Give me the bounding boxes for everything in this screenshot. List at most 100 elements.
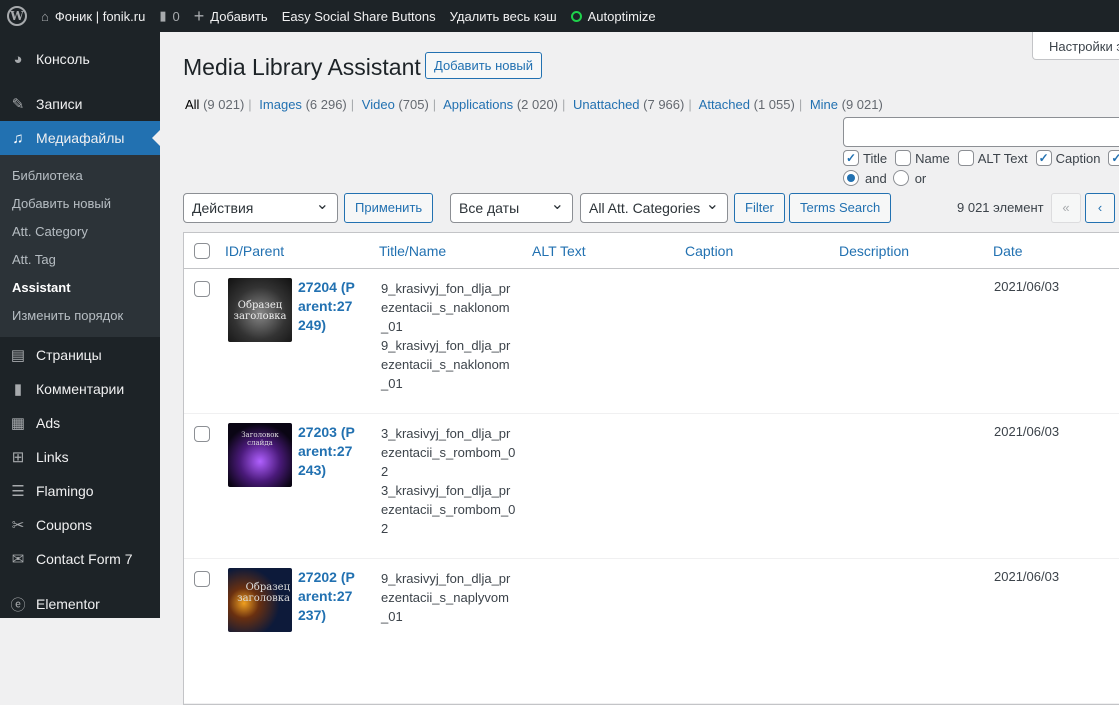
sitemap-icon: ⊞ [11, 449, 25, 466]
column-description[interactable]: Description [839, 243, 909, 259]
column-title-name[interactable]: Title/Name [379, 243, 446, 259]
row-checkbox[interactable] [194, 281, 210, 297]
submenu-reorder[interactable]: Изменить порядок [0, 302, 160, 330]
view-label: Attached [698, 97, 750, 112]
and-radio[interactable] [843, 170, 859, 186]
menu-links[interactable]: ⊞ Links [0, 440, 160, 474]
title-checkbox[interactable]: ✓ [843, 150, 859, 166]
checkbox-label: ALT Text [977, 150, 1028, 166]
view-applications[interactable]: Applications (2 020) [443, 97, 558, 112]
table-header: ID/Parent Title/Name ALT Text Caption De… [184, 233, 1119, 269]
row-checkbox[interactable] [194, 426, 210, 442]
menu-label: Консоль [36, 51, 90, 67]
submenu-library[interactable]: Библиотека [0, 162, 160, 190]
or-radio[interactable] [892, 170, 909, 186]
comments-link[interactable]: ▮ 0 [152, 0, 186, 32]
view-label: Applications [443, 97, 514, 112]
menu-label: Страницы [36, 347, 102, 363]
cache-label: Удалить весь кэш [449, 8, 557, 24]
view-mine[interactable]: Mine (9 021) [810, 97, 883, 112]
title-value: 9_krasivyj_fon_dlja_prezentacii_s_naplyv… [381, 571, 511, 624]
radio-label: and [865, 170, 887, 186]
wordpress-icon: W [7, 6, 27, 26]
menu-label: Flamingo [36, 483, 94, 499]
grid-icon: ▦ [10, 415, 26, 432]
view-attached[interactable]: Attached (1 055) [699, 97, 795, 112]
essb-link[interactable]: Easy Social Share Buttons [275, 0, 443, 32]
id-value: 27204 [298, 279, 337, 295]
name-checkbox[interactable] [895, 150, 912, 166]
add-new-link[interactable]: + Добавить [187, 0, 275, 32]
column-alt-text[interactable]: ALT Text [532, 243, 586, 259]
id-link[interactable]: 27204 (Parent:27249) [298, 278, 360, 335]
bulk-actions-select[interactable]: Действия [183, 193, 338, 223]
view-unattached[interactable]: Unattached (7 966) [573, 97, 684, 112]
menu-comments[interactable]: ▮ Комментарии [0, 372, 160, 406]
menu-label: Комментарии [36, 381, 125, 397]
column-caption[interactable]: Caption [685, 243, 733, 259]
radio-label: or [914, 170, 927, 186]
view-count: (2 020) [516, 97, 559, 112]
essb-label: Easy Social Share Buttons [281, 8, 436, 24]
menu-label: Ads [36, 415, 61, 431]
row-checkbox[interactable] [194, 571, 210, 587]
thumbnail[interactable]: Образец заголовка [228, 568, 292, 632]
view-all[interactable]: All (9 021) [185, 97, 244, 112]
view-label: Images [259, 97, 302, 112]
filter-button[interactable]: Filter [734, 193, 785, 223]
submenu-add-new[interactable]: Добавить новый [0, 190, 160, 218]
screen-options-button[interactable]: Настройки экрана [1032, 32, 1119, 60]
menu-elementor[interactable]: ⓔ Elementor [0, 587, 160, 621]
first-page-button[interactable]: « [1051, 193, 1081, 223]
search-connector: and or [843, 170, 926, 186]
alt-text-checkbox[interactable] [957, 150, 974, 166]
search-input[interactable] [843, 117, 1119, 147]
menu-flamingo[interactable]: ☰ Flamingo [0, 474, 160, 508]
id-link[interactable]: 27202 (Parent:27237) [298, 568, 360, 625]
page-title: Media Library Assistant [183, 54, 421, 80]
category-filter-select[interactable]: All Att. Categories [580, 193, 728, 223]
menu-contact-form[interactable]: ✉ Contact Form 7 [0, 542, 160, 576]
site-link[interactable]: ⌂ Фоник | fonik.ru [34, 0, 152, 32]
thumbnail[interactable]: Заголовок слайда [228, 423, 292, 487]
wordpress-logo[interactable]: W [0, 0, 34, 32]
menu-ads[interactable]: ▦ Ads [0, 406, 160, 440]
main-content: Настройки экрана Media Library Assistant… [160, 32, 1119, 705]
site-name: Фоник | fonik.ru [54, 8, 146, 24]
submenu-assistant[interactable]: Assistant [0, 274, 160, 302]
select-all-checkbox[interactable] [194, 243, 210, 259]
view-video[interactable]: Video (705) [362, 97, 429, 112]
menu-posts[interactable]: ✎ Записи [0, 87, 160, 121]
menu-coupons[interactable]: ✂ Coupons [0, 508, 160, 542]
menu-pages[interactable]: ▤ Страницы [0, 338, 160, 372]
clear-cache-link[interactable]: Удалить весь кэш [443, 0, 564, 32]
thumbnail[interactable]: Образец заголовка [228, 278, 292, 342]
description-checkbox[interactable]: ✓ [1108, 150, 1119, 166]
view-label: Mine [809, 97, 839, 112]
autoptimize-link[interactable]: Autoptimize [564, 0, 663, 32]
menu-console[interactable]: ◕ Консоль [0, 42, 160, 76]
submenu-att-tag[interactable]: Att. Tag [0, 246, 160, 274]
prev-page-button[interactable]: ‹ [1085, 193, 1115, 223]
view-label: Unattached [573, 97, 640, 112]
view-count: (9 021) [841, 97, 883, 112]
column-id-parent[interactable]: ID/Parent [225, 243, 284, 259]
caption-checkbox[interactable]: ✓ [1035, 150, 1052, 166]
menu-label: Coupons [36, 517, 93, 533]
date-filter-select[interactable]: Все даты [450, 193, 573, 223]
submenu-att-category[interactable]: Att. Category [0, 218, 160, 246]
item-count: 9 021 элемент [957, 200, 1044, 215]
view-images[interactable]: Images (6 296) [259, 97, 346, 112]
column-date[interactable]: Date [993, 243, 1023, 259]
menu-label: Записи [36, 96, 83, 112]
date-value: 2021/06/03 [994, 279, 1060, 294]
apply-button[interactable]: Применить [344, 193, 434, 223]
title-cell: 9_krasivyj_fon_dlja_prezentacii_s_naplyv… [381, 569, 516, 626]
home-icon: ⌂ [41, 8, 49, 24]
terms-search-button[interactable]: Terms Search [789, 193, 892, 223]
id-link[interactable]: 27203 (Parent:27243) [298, 423, 360, 480]
menu-media[interactable]: ♫ Медиафайлы [0, 121, 160, 155]
table-row: Заголовок слайда 27203 (Parent:27243) 3_… [184, 414, 1119, 559]
view-filters: All (9 021) | Images (6 296) | Video (705)… [185, 97, 883, 112]
add-new-button[interactable]: Добавить новый [425, 52, 542, 79]
